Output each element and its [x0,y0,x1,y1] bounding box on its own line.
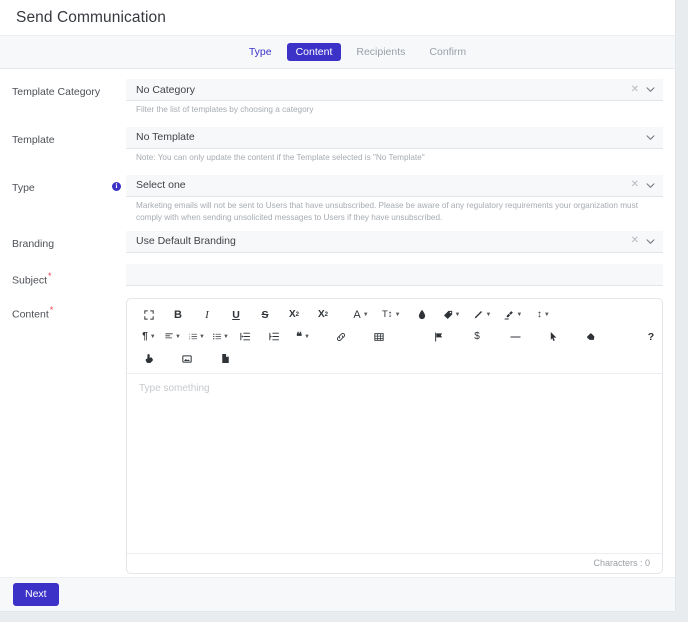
template-category-label: Template Category [12,86,101,98]
paragraph-icon[interactable]: ¶ ▼ [141,328,157,346]
field-row-template: Template No Template Note: You can only … [0,126,675,164]
font-family-icon[interactable]: A ▼ [353,306,369,324]
page-title: Send Communication [16,8,166,26]
template-category-info-slot [112,79,126,86]
subject-input[interactable] [126,263,663,286]
field-row-content: Content* B I U S X 2 X 2 A ▼ T↕ ▼ ▼ ▼ ▼ … [0,297,675,574]
subject-label-text: Subject [12,274,48,287]
character-count: Characters : 0 [593,558,650,569]
underline-icon[interactable]: U [228,306,244,324]
tab-content[interactable]: Content [286,42,342,62]
field-row-subject: Subject* [0,263,675,287]
clear-icon[interactable]: ✕ [631,84,639,95]
indent-icon[interactable] [266,328,282,346]
toolbar-row-2: ¶ ▼ ▼ 1 2 3 ▼ ▼ ❝ ▼ $ ? [133,326,656,348]
subject-label: Subject* [12,264,112,287]
font-size-icon[interactable]: T↕ ▼ [382,306,401,324]
branding-info-slot [112,231,126,238]
outdent-icon[interactable] [237,328,253,346]
subscript-icon[interactable]: X2 [286,306,302,324]
content-label: Content* [12,298,112,321]
background-color-icon[interactable]: ▼ [443,306,460,324]
type-label: Type [12,181,35,194]
blockquote-icon[interactable]: ❝ ▼ [295,328,311,346]
branding-label: Branding [12,237,55,250]
content-label-text: Content [12,308,49,321]
bold-icon[interactable]: B [170,306,186,324]
clear-format-icon[interactable]: ▼ [504,306,522,324]
text-color-icon[interactable] [414,306,430,324]
tab-recipients[interactable]: Recipients [347,43,414,62]
branding-value: Use Default Branding [136,235,236,248]
page-header: Send Communication [0,0,675,35]
file-icon[interactable] [217,350,233,368]
template-label: Template [12,133,55,146]
link-icon[interactable] [333,328,349,346]
communication-form: Template Category No Category ✕ Filter t… [0,69,675,574]
italic-icon[interactable]: I [199,306,215,324]
ordered-list-icon[interactable]: 1 2 3 ▼ [189,328,205,346]
app-window: Send Communication Type Content Recipien… [0,0,688,622]
content-info-slot [112,298,126,305]
toolbar-row-1: B I U S X2 X2 A ▼ T↕ ▼ ▼ ▼ ▼ ↕ ▼ [133,304,656,326]
template-category-hint: Filter the list of templates by choosing… [136,105,314,114]
strikethrough-icon[interactable]: S [257,306,273,324]
line-height-icon[interactable]: ↕ ▼ [535,306,551,324]
required-asterisk: * [49,304,54,315]
template-category-value: No Category [136,83,195,96]
type-value: Select one [136,179,186,192]
field-row-type: Type i Select one ✕ Marketing emails wil… [0,174,675,224]
undo-icon[interactable] [583,328,599,346]
rich-text-editor: B I U S X2 X2 A ▼ T↕ ▼ ▼ ▼ ▼ ↕ ▼ ¶ ▼ ▼ 1… [126,297,663,574]
communication-card: Send Communication Type Content Recipien… [0,0,676,612]
editor-placeholder: Type something [139,382,210,394]
editor-toolbar: B I U S X2 X2 A ▼ T↕ ▼ ▼ ▼ ▼ ↕ ▼ ¶ ▼ ▼ 1… [127,299,662,374]
table-icon[interactable] [371,328,387,346]
field-row-template-category: Template Category No Category ✕ Filter t… [0,79,675,116]
merge-field-icon[interactable]: $ [469,328,485,346]
align-icon[interactable]: ▼ [165,328,181,346]
form-footer: Next [0,577,675,611]
signature-icon[interactable] [141,350,157,368]
template-category-select[interactable]: No Category ✕ [126,79,663,101]
pointer-icon[interactable] [545,328,561,346]
editor-body[interactable]: Type something [127,374,662,553]
chevron-down-icon[interactable] [646,133,655,142]
tab-type[interactable]: Type [240,43,281,62]
editor-footer: Characters : 0 [127,552,662,573]
template-info-slot [112,127,126,134]
image-icon[interactable] [179,350,195,368]
fullscreen-icon[interactable] [141,306,157,324]
type-select[interactable]: Select one ✕ [126,174,663,197]
tab-confirm[interactable]: Confirm [420,43,475,62]
subject-info-slot [112,264,126,271]
template-select[interactable]: No Template [126,126,663,149]
type-hint: Marketing emails will not be sent to Use… [136,200,638,222]
clear-icon[interactable]: ✕ [631,236,639,246]
required-asterisk: * [48,270,52,281]
toolbar-row-3 [133,348,656,370]
highlight-pen-icon[interactable]: ▼ [473,306,491,324]
field-row-branding: Branding Use Default Branding ✕ [0,230,675,253]
chevron-down-icon[interactable] [646,181,655,190]
help-icon[interactable]: ? [643,328,659,346]
info-icon[interactable]: i [112,181,121,191]
flag-icon[interactable] [431,328,447,346]
clear-icon[interactable]: ✕ [631,180,639,190]
svg-text:3: 3 [189,339,191,341]
template-hint: Note: You can only update the content if… [136,152,425,162]
horizontal-rule-icon[interactable] [507,328,523,346]
chevron-down-icon[interactable] [646,237,655,246]
template-value: No Template [136,131,195,144]
branding-select[interactable]: Use Default Branding ✕ [126,230,663,253]
chevron-down-icon[interactable] [646,85,655,94]
next-button[interactable]: Next [13,583,59,606]
wizard-tabs: Type Content Recipients Confirm [0,35,675,69]
superscript-icon[interactable]: X2 [315,306,331,324]
unordered-list-icon[interactable]: ▼ [213,328,229,346]
